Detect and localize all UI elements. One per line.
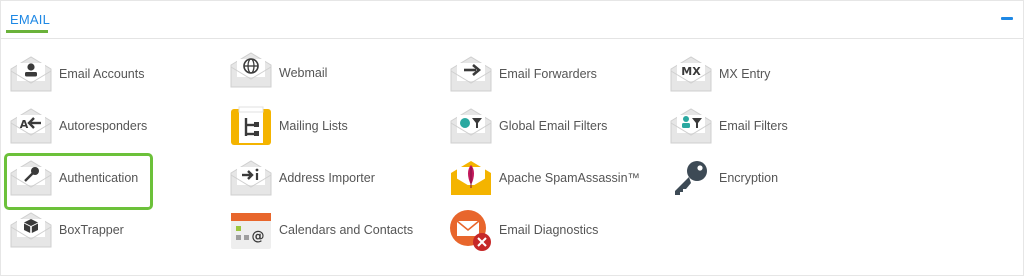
apache-spamassassin-item[interactable]: Apache SpamAssassin™	[449, 157, 659, 205]
item-label: Email Diagnostics	[499, 223, 599, 237]
item-label: Mailing Lists	[279, 119, 348, 133]
mailing-lists-item[interactable]: Mailing Lists	[229, 105, 439, 153]
email-panel: EMAIL Email Accounts Webmail Email Forwa…	[0, 0, 1024, 276]
email-accounts-item[interactable]: Email Accounts	[9, 53, 219, 101]
email-diagnostics-icon	[450, 210, 491, 251]
panel-header: EMAIL	[1, 1, 1023, 39]
arrow-envelope-icon	[450, 56, 492, 92]
feather-envelope-icon	[451, 161, 491, 195]
boxtrapper-item[interactable]: BoxTrapper	[9, 209, 219, 257]
section-title[interactable]: EMAIL	[10, 12, 50, 27]
item-label: Calendars and Contacts	[279, 223, 414, 237]
box-envelope-icon	[10, 212, 52, 248]
globe-envelope-icon	[230, 52, 272, 88]
user-filter-envelope-icon	[670, 108, 712, 144]
authentication-item[interactable]: Authentication	[9, 157, 219, 205]
section-title-underline	[6, 30, 48, 33]
autoresponders-item[interactable]: A Autoresponders	[9, 105, 219, 153]
svg-text:A: A	[20, 118, 29, 131]
svg-text:MX: MX	[681, 65, 701, 78]
item-label: Apache SpamAssassin™	[499, 171, 641, 185]
item-label: MX Entry	[719, 67, 771, 81]
item-label: Global Email Filters	[499, 119, 608, 133]
item-label: Address Importer	[279, 171, 375, 185]
minus-icon	[1001, 17, 1013, 20]
address-importer-item[interactable]: Address Importer	[229, 157, 439, 205]
import-envelope-icon	[230, 160, 272, 196]
mx-entry-item[interactable]: MX MX Entry	[669, 53, 879, 101]
item-label: Autoresponders	[59, 119, 148, 133]
item-label: Email Forwarders	[499, 67, 597, 81]
webmail-item[interactable]: Webmail	[229, 49, 439, 97]
collapse-button[interactable]	[998, 9, 1018, 29]
user-envelope-icon	[10, 56, 52, 92]
autoresponder-envelope-icon: A	[10, 108, 52, 144]
item-label: Webmail	[279, 66, 328, 80]
calendars-and-contacts-item[interactable]: @ Calendars and Contacts	[229, 209, 439, 257]
item-label: Email Filters	[719, 119, 788, 133]
email-filters-item[interactable]: Email Filters	[669, 105, 879, 153]
item-label: Encryption	[719, 171, 779, 185]
key-envelope-icon	[10, 160, 52, 196]
mailing-list-icon	[231, 106, 271, 145]
encryption-item[interactable]: Encryption	[669, 157, 879, 205]
item-label: Authentication	[59, 171, 139, 185]
global-email-filters-item[interactable]: Global Email Filters	[449, 105, 659, 153]
email-forwarders-item[interactable]: Email Forwarders	[449, 53, 659, 101]
email-diagnostics-item[interactable]: Email Diagnostics	[449, 209, 659, 257]
svg-text:@: @	[252, 229, 265, 244]
mx-envelope-icon: MX	[670, 56, 712, 92]
item-label: Email Accounts	[59, 67, 145, 81]
globe-filter-envelope-icon	[450, 108, 492, 144]
calendar-icon: @	[231, 213, 271, 249]
item-label: BoxTrapper	[59, 223, 124, 237]
key-icon	[675, 161, 707, 195]
